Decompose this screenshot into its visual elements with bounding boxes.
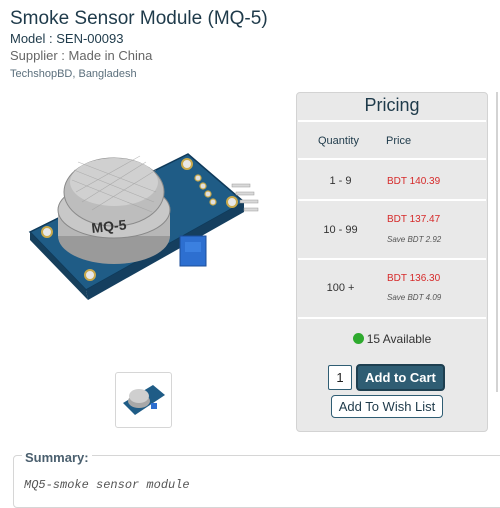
add-to-cart-button[interactable]: Add to Cart (356, 364, 445, 391)
adjacent-panel-edge (496, 92, 500, 392)
price-header: Price (386, 135, 412, 147)
divider (298, 158, 486, 160)
tier-save: Save BDT 4.09 (387, 293, 442, 302)
tier-price: BDT 137.47 (387, 214, 441, 225)
product-image[interactable]: MQ-5 (22, 140, 270, 310)
divider (298, 317, 486, 319)
divider (298, 120, 486, 122)
pricing-title: Pricing (364, 95, 420, 115)
product-supplier: Supplier : Made in China (10, 48, 153, 63)
summary-label: Summary: (22, 450, 92, 465)
quantity-input[interactable] (328, 365, 352, 390)
product-title: Smoke Sensor Module (MQ-5) (10, 8, 268, 29)
availability-text: 15 Available (366, 332, 432, 346)
in-stock-icon (352, 333, 364, 344)
tier-qty: 100 + (326, 282, 355, 294)
tier-save: Save BDT 2.92 (387, 235, 442, 244)
summary-text: MQ5-smoke sensor module (24, 478, 190, 492)
product-thumbnail[interactable] (115, 372, 172, 428)
vendor-name: TechshopBD, Bangladesh (10, 68, 137, 80)
product-model: Model : SEN-00093 (10, 31, 124, 46)
divider (298, 258, 486, 260)
tier-qty: 1 - 9 (329, 175, 352, 187)
tier-qty: 10 - 99 (323, 224, 358, 236)
availability: 15 Available (297, 332, 487, 346)
divider (298, 199, 486, 201)
pricing-panel: Pricing Quantity Price 1 - 9 BDT 140.39 … (296, 92, 488, 432)
tier-price: BDT 136.30 (387, 273, 441, 284)
tier-price: BDT 140.39 (387, 176, 441, 187)
add-to-wishlist-button[interactable]: Add To Wish List (331, 395, 443, 418)
quantity-header: Quantity (318, 135, 359, 147)
